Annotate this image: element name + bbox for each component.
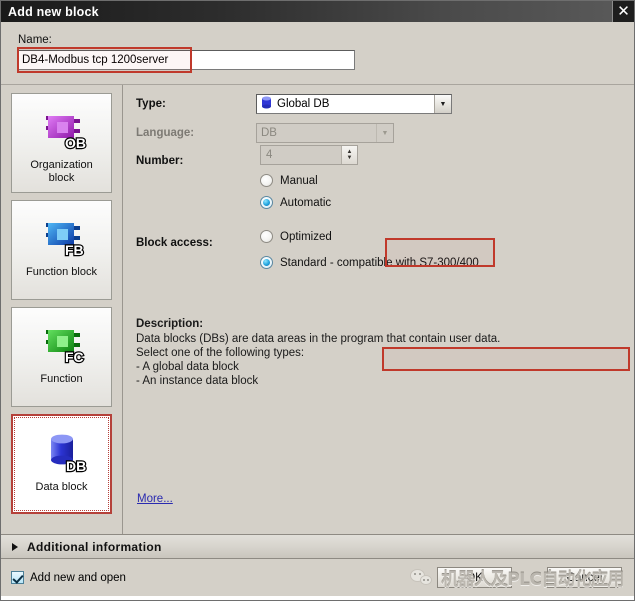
add-new-block-dialog: Add new block ✕ Name: DB4-Modbus tcp 120…	[0, 0, 635, 601]
number-radio-automatic[interactable]: Automatic	[260, 196, 331, 209]
checkbox-label-text: Add new and open	[30, 571, 126, 584]
radio-indicator[interactable]	[260, 256, 273, 269]
wechat-icon	[410, 568, 434, 588]
block-access-label: Block access:	[136, 237, 213, 249]
radio-label: Manual	[280, 174, 318, 187]
radio-indicator[interactable]	[260, 196, 273, 209]
block-properties-form: Type: Global DB ▼ Language: DB ▼ Number:…	[123, 85, 634, 534]
block-access-radio-optimized[interactable]: Optimized	[260, 230, 332, 243]
data-block-icon: DB	[34, 429, 90, 477]
more-link[interactable]: More...	[137, 493, 173, 505]
palette-item-label: Organization block	[30, 159, 93, 184]
description-line: - An instance data block	[136, 375, 259, 387]
description-line: Data blocks (DBs) are data areas in the …	[136, 333, 501, 345]
dialog-body: OB Organization block FB Function block …	[1, 85, 634, 534]
type-combobox-value-wrap: Global DB	[257, 96, 434, 112]
spinner-arrows-icon[interactable]: ▲ ▼	[341, 146, 357, 164]
block-access-radio-standard[interactable]: Standard - compatible with S7-300/400	[260, 256, 479, 269]
svg-text:OB: OB	[65, 135, 86, 151]
number-spinner-value: 4	[266, 149, 273, 161]
chevron-down-icon: ▼	[376, 124, 393, 142]
palette-item-label: Function	[40, 373, 83, 385]
type-label: Type:	[136, 98, 166, 110]
title-bar: Add new block ✕	[1, 1, 634, 22]
svg-text:FB: FB	[65, 242, 84, 258]
language-label: Language:	[136, 127, 195, 139]
radio-label: Optimized	[280, 230, 332, 243]
name-input[interactable]	[18, 50, 355, 70]
name-label: Name:	[18, 34, 52, 46]
block-type-palette: OB Organization block FB Function block …	[1, 85, 123, 534]
radio-indicator[interactable]	[260, 230, 273, 243]
radio-indicator[interactable]	[260, 174, 273, 187]
function-icon: FC	[34, 321, 90, 369]
radio-label: Standard - compatible with S7-300/400	[280, 256, 479, 269]
chevron-down-icon[interactable]: ▼	[347, 155, 353, 161]
type-combobox[interactable]: Global DB ▼	[256, 94, 452, 114]
window-title: Add new block	[8, 4, 99, 19]
language-combobox: DB ▼	[256, 123, 394, 143]
bottom-strip	[1, 596, 634, 600]
cancel-button[interactable]: Cancel	[547, 567, 622, 588]
checkbox-indicator[interactable]	[11, 571, 24, 584]
palette-item-function-block[interactable]: FB Function block	[11, 200, 112, 300]
svg-text:FC: FC	[65, 349, 84, 365]
chevron-down-icon[interactable]: ▼	[434, 95, 451, 113]
description-line: - A global data block	[136, 361, 239, 373]
add-new-and-open-checkbox[interactable]: Add new and open	[11, 571, 126, 584]
svg-text:DB: DB	[66, 458, 86, 474]
radio-label: Automatic	[280, 196, 332, 209]
type-combobox-value: Global DB	[277, 98, 330, 110]
description-line: Select one of the following types:	[136, 347, 305, 359]
organization-block-icon: OB	[34, 107, 90, 155]
chevron-right-icon	[12, 542, 18, 551]
description-title: Description:	[136, 318, 204, 330]
palette-item-label: Function block	[26, 266, 97, 278]
additional-information-expander[interactable]: Additional information	[1, 534, 634, 559]
description-block: Description: Data blocks (DBs) are data …	[136, 317, 616, 388]
dialog-footer: Add new and open OK Cancel 机器人及PLC自动化应用	[1, 559, 634, 600]
palette-item-label: Data block	[35, 481, 88, 493]
number-label: Number:	[136, 155, 184, 167]
number-radio-manual[interactable]: Manual	[260, 174, 318, 187]
close-icon[interactable]: ✕	[612, 1, 634, 22]
palette-item-data-block[interactable]: DB Data block	[11, 414, 112, 514]
checkbox-label: Add new and open	[30, 572, 126, 584]
palette-item-function[interactable]: FC Function	[11, 307, 112, 407]
database-cylinder-icon	[261, 96, 272, 112]
language-combobox-value: DB	[261, 127, 277, 139]
additional-information-label: Additional information	[27, 539, 162, 554]
function-block-icon: FB	[34, 214, 90, 262]
name-section: Name:	[1, 22, 634, 85]
palette-item-organization-block[interactable]: OB Organization block	[11, 93, 112, 193]
number-spinner: 4 ▲ ▼	[260, 145, 358, 165]
ok-button[interactable]: OK	[437, 567, 512, 588]
